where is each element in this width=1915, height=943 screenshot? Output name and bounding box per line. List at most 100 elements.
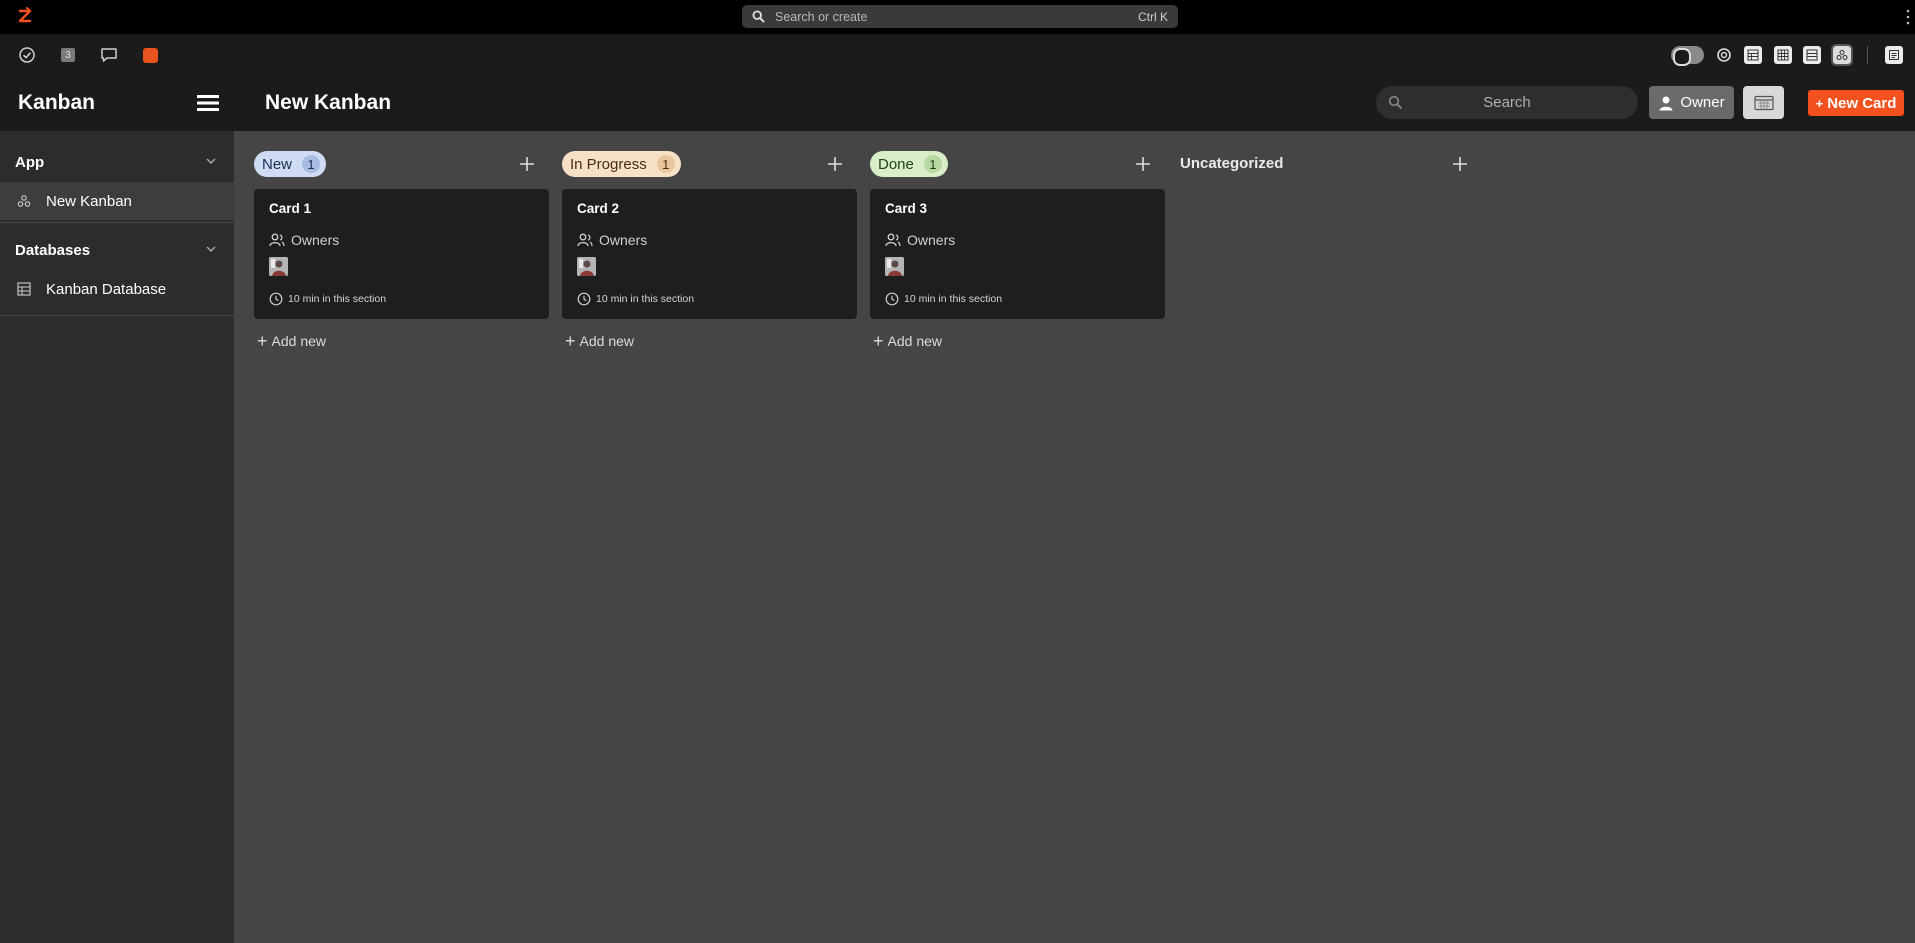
calendar-icon: [1753, 95, 1774, 110]
fullscreen-icon[interactable]: [1715, 46, 1733, 64]
inbox-count-badge[interactable]: 3: [58, 45, 78, 65]
comments-icon[interactable]: [99, 45, 119, 65]
card-time-label: 10 min in this section: [288, 293, 387, 305]
card-time-in-section: 10 min in this section: [885, 292, 1002, 306]
column-status-pill[interactable]: New 1: [254, 151, 327, 177]
add-card-icon[interactable]: [826, 155, 844, 173]
card-owners-label: Owners: [907, 232, 956, 248]
add-card-icon[interactable]: [1451, 155, 1469, 173]
avatar[interactable]: [269, 257, 288, 276]
sidebar: App New Kanban Databases Kanban Database: [0, 131, 234, 943]
global-search[interactable]: Search or create Ctrl K: [742, 5, 1178, 28]
column-status-pill[interactable]: In Progress 1: [562, 151, 681, 177]
card-title: Card 1: [269, 201, 312, 216]
column-label: New: [262, 155, 293, 173]
kanban-card[interactable]: Card 2 Owners 10 min in this section: [562, 189, 857, 319]
notification-icon[interactable]: [140, 45, 160, 65]
plus-icon: +: [1815, 95, 1824, 111]
add-new-card-button[interactable]: + Add new: [873, 331, 1165, 351]
grid-view-icon[interactable]: [1774, 46, 1792, 64]
clock-icon: [885, 292, 899, 306]
column-label: Uncategorized: [1180, 155, 1284, 172]
card-owners-label: Owners: [291, 232, 340, 248]
tasks-check-icon[interactable]: [17, 45, 37, 65]
hamburger-menu-icon[interactable]: [197, 93, 219, 113]
plus-icon: +: [565, 331, 576, 351]
sidebar-item-kanban-database[interactable]: Kanban Database: [0, 270, 234, 308]
kanban-icon: [16, 193, 32, 209]
chevron-down-icon[interactable]: [205, 245, 217, 253]
owner-filter-label: Owner: [1680, 94, 1725, 111]
clock-icon: [269, 292, 283, 306]
add-new-label: Add new: [271, 333, 326, 349]
table-view-icon[interactable]: [1744, 46, 1762, 64]
card-time-in-section: 10 min in this section: [269, 292, 386, 306]
users-icon: [269, 233, 285, 247]
avatar[interactable]: [577, 257, 596, 276]
app-logo-icon[interactable]: [17, 7, 33, 25]
global-search-placeholder: Search or create: [775, 9, 868, 24]
plus-icon: +: [257, 331, 268, 351]
kanban-board: New 1 Card 1 Owners 10 min in this secti…: [234, 131, 1915, 943]
search-shortcut: Ctrl K: [1138, 9, 1168, 24]
column-count-badge: 1: [302, 155, 321, 173]
add-card-icon[interactable]: [1134, 155, 1152, 173]
sidebar-section-label: Databases: [15, 241, 91, 259]
new-card-button[interactable]: + New Card: [1808, 90, 1904, 116]
clock-icon: [577, 292, 591, 306]
add-new-card-button[interactable]: + Add new: [257, 331, 549, 351]
sidebar-item-new-kanban[interactable]: New Kanban: [0, 182, 234, 220]
kanban-view-icon[interactable]: [1831, 44, 1853, 66]
sidebar-item-label: Kanban Database: [46, 280, 167, 298]
card-time-in-section: 10 min in this section: [577, 292, 694, 306]
sidebar-section-label: App: [15, 153, 45, 171]
card-time-label: 10 min in this section: [596, 293, 695, 305]
add-card-icon[interactable]: [518, 155, 536, 173]
sidebar-section-app[interactable]: App: [0, 147, 234, 177]
card-title: Card 2: [577, 201, 620, 216]
card-owners: Owners: [577, 232, 647, 248]
card-owners: Owners: [885, 232, 955, 248]
board-search[interactable]: [1376, 86, 1638, 119]
users-icon: [577, 233, 593, 247]
page-settings-icon[interactable]: [1885, 46, 1903, 64]
list-view-icon[interactable]: [1803, 46, 1821, 64]
column-count-badge: 1: [656, 155, 675, 173]
more-menu-icon[interactable]: [1905, 8, 1911, 26]
card-owners: Owners: [269, 232, 339, 248]
users-icon: [885, 233, 901, 247]
column-in-progress: In Progress 1 Card 2 Owners 10 min in th…: [562, 151, 857, 351]
new-card-label: New Card: [1827, 94, 1897, 112]
column-done: Done 1 Card 3 Owners 10 min in this sect…: [870, 151, 1165, 351]
owner-filter-button[interactable]: Owner: [1649, 86, 1734, 119]
sidebar-section-databases[interactable]: Databases: [0, 235, 234, 265]
table-icon: [16, 281, 32, 297]
chevron-down-icon[interactable]: [205, 157, 217, 165]
add-new-label: Add new: [579, 333, 634, 349]
app-title: Kanban: [18, 91, 96, 114]
sidebar-divider: [0, 222, 234, 223]
calendar-button[interactable]: [1743, 86, 1784, 119]
user-icon: [1659, 96, 1673, 110]
card-time-label: 10 min in this section: [904, 293, 1003, 305]
board-search-input[interactable]: [1376, 94, 1638, 111]
sidebar-item-label: New Kanban: [46, 192, 132, 210]
card-owners-label: Owners: [599, 232, 648, 248]
toolbar: 3: [0, 34, 1915, 76]
column-count-badge: 1: [923, 155, 942, 173]
kanban-card[interactable]: Card 1 Owners 10 min in this section: [254, 189, 549, 319]
search-icon: [752, 10, 765, 23]
column-new: New 1 Card 1 Owners 10 min in this secti…: [254, 151, 549, 351]
page-header: Kanban New Kanban Owner + New Card: [0, 76, 1915, 131]
column-uncategorized: Uncategorized: [1180, 151, 1475, 177]
kanban-card[interactable]: Card 3 Owners 10 min in this section: [870, 189, 1165, 319]
search-icon: [1388, 95, 1403, 110]
avatar[interactable]: [885, 257, 904, 276]
top-bar: Search or create Ctrl K: [0, 0, 1915, 34]
column-status-pill[interactable]: Done 1: [870, 151, 948, 177]
mode-toggle[interactable]: [1671, 46, 1704, 66]
page-title: New Kanban: [265, 91, 392, 114]
card-title: Card 3: [885, 201, 928, 216]
plus-icon: +: [873, 331, 884, 351]
add-new-card-button[interactable]: + Add new: [565, 331, 857, 351]
